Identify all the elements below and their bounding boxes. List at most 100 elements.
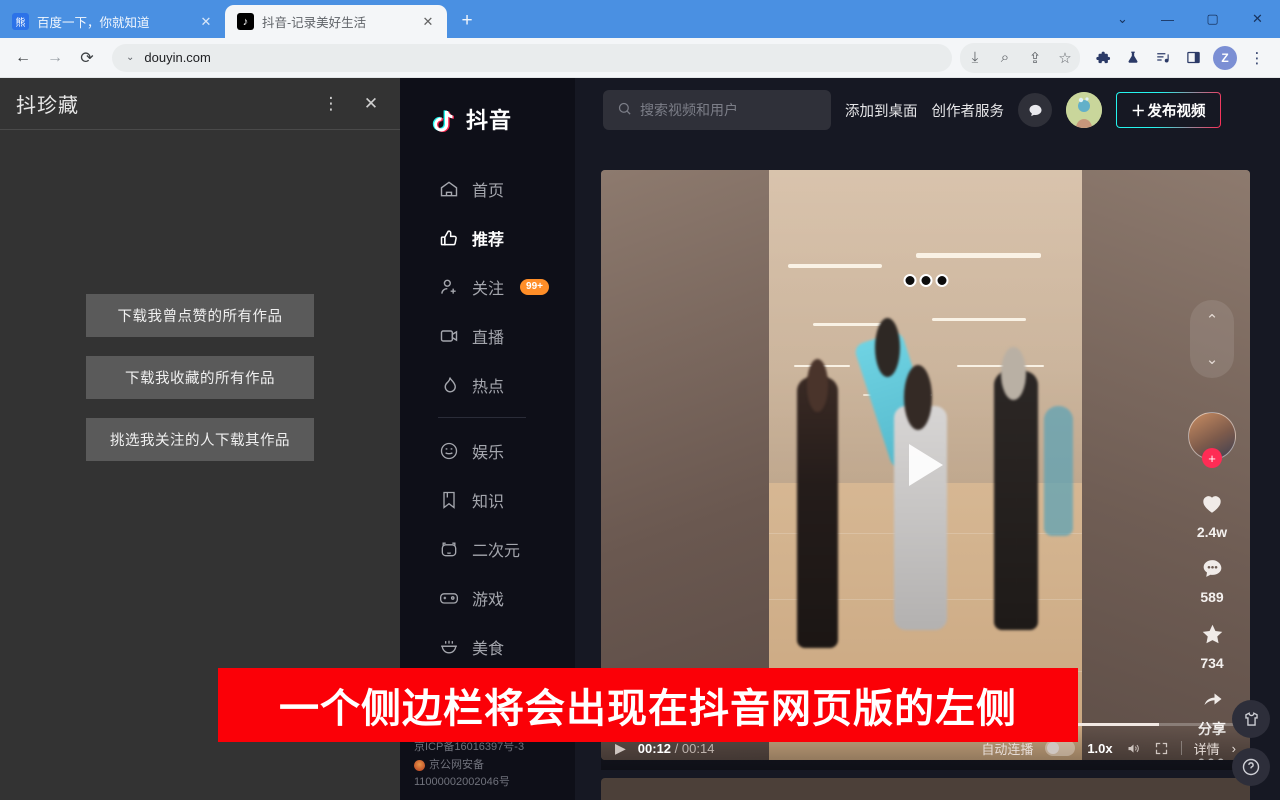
- shop-shirt-icon[interactable]: [1232, 700, 1270, 738]
- play-overlay-icon[interactable]: [909, 444, 943, 486]
- sidebar-item-label: 知识: [472, 488, 504, 512]
- share-icon[interactable]: ⇪: [1020, 43, 1050, 73]
- sidebar-item-label: 首页: [472, 177, 504, 201]
- extension-close-icon[interactable]: ✕: [354, 87, 388, 121]
- sidebar-item-label: 二次元: [472, 537, 520, 561]
- creator-service-link[interactable]: 创作者服务: [932, 100, 1005, 121]
- sidebar-item-knowledge[interactable]: 知识: [400, 475, 575, 524]
- extension-panel-actions: ⋮ ✕: [314, 87, 388, 121]
- fullscreen-icon[interactable]: [1154, 741, 1169, 756]
- sidebar-item-label: 娱乐: [472, 439, 504, 463]
- publish-video-button[interactable]: ＋ 发布视频: [1116, 92, 1221, 128]
- star-icon: [1199, 621, 1226, 653]
- douyin-logo[interactable]: 抖音: [400, 92, 575, 146]
- like-button[interactable]: 2.4w: [1197, 490, 1227, 540]
- sidebar-item-home[interactable]: 首页: [400, 164, 575, 213]
- sidebar-item-food[interactable]: 美食: [400, 622, 575, 671]
- extension-title: 抖珍藏: [16, 89, 79, 118]
- browser-window: 熊 百度一下，你就知道 ✕ ♪ 抖音-记录美好生活 ✕ + ⌄ — ▢ ✕ ← …: [0, 0, 1280, 800]
- volume-icon[interactable]: [1125, 741, 1142, 756]
- new-tab-button[interactable]: +: [453, 7, 481, 35]
- time-separator: /: [675, 741, 679, 756]
- sidebar-item-hot[interactable]: 热点: [400, 360, 575, 409]
- sidebar-item-label: 游戏: [472, 586, 504, 610]
- search-input[interactable]: 搜索视频和用户: [603, 90, 831, 130]
- thumbs-up-icon: [438, 227, 460, 249]
- tab-close-button[interactable]: ✕: [197, 13, 215, 31]
- minimize-button[interactable]: —: [1145, 0, 1190, 38]
- forward-button[interactable]: →: [40, 43, 70, 73]
- downloads-icon[interactable]: ⤓: [960, 43, 990, 73]
- maximize-button[interactable]: ▢: [1190, 0, 1235, 38]
- next-video-peek[interactable]: [601, 778, 1250, 800]
- close-window-button[interactable]: ✕: [1235, 0, 1280, 38]
- browser-tab-douyin[interactable]: ♪ 抖音-记录美好生活 ✕: [225, 5, 447, 38]
- prev-video-icon[interactable]: ⌃: [1206, 311, 1219, 329]
- play-pause-button[interactable]: ▶: [615, 740, 626, 757]
- comment-button[interactable]: 589: [1199, 556, 1226, 605]
- sidebar-item-label: 关注: [472, 275, 504, 299]
- profile-avatar[interactable]: Z: [1213, 46, 1237, 70]
- tab-title: 百度一下，你就知道: [37, 12, 189, 31]
- back-button[interactable]: ←: [8, 43, 38, 73]
- side-panel-icon[interactable]: [1178, 43, 1208, 73]
- sidebar-item-anime[interactable]: 二次元: [400, 524, 575, 573]
- sidebar-item-label: 推荐: [472, 226, 504, 250]
- follow-plus-icon[interactable]: +: [1202, 448, 1222, 468]
- extension-panel-header: 抖珍藏 ⋮ ✕: [0, 78, 400, 130]
- reload-button[interactable]: ⟳: [72, 43, 102, 73]
- police-badge-icon: [414, 760, 425, 771]
- extension-panel-body: 下载我曾点赞的所有作品 下载我收藏的所有作品 挑选我关注的人下载其作品: [0, 130, 400, 461]
- search-icon: [617, 101, 632, 119]
- help-icon[interactable]: [1232, 748, 1270, 786]
- address-bar-text: douyin.com: [144, 50, 210, 65]
- sidebar-item-entertainment[interactable]: 娱乐: [400, 426, 575, 475]
- controls-divider: [1181, 741, 1182, 755]
- playback-speed-button[interactable]: 1.0x: [1087, 741, 1112, 756]
- douyin-nav-primary: 首页 推荐 关注 99+: [400, 164, 575, 409]
- gamepad-icon: [438, 587, 460, 609]
- sidebar-item-following[interactable]: 关注 99+: [400, 262, 575, 311]
- tab-search-icon[interactable]: ⌄: [1100, 0, 1145, 38]
- sidebar-item-games[interactable]: 游戏: [400, 573, 575, 622]
- video-nav-arrows[interactable]: ⌃ ⌄: [1190, 300, 1234, 378]
- next-video-icon[interactable]: ⌄: [1206, 350, 1219, 368]
- user-avatar[interactable]: [1066, 92, 1102, 128]
- autoplay-toggle[interactable]: [1045, 740, 1075, 756]
- heart-icon: [1198, 490, 1226, 522]
- extension-menu-icon[interactable]: ⋮: [314, 87, 348, 121]
- police-number: 11000002002046号: [414, 774, 574, 792]
- search-placeholder: 搜索视频和用户: [640, 100, 738, 120]
- add-to-desktop-link[interactable]: 添加到桌面: [845, 100, 918, 121]
- message-bubble-icon[interactable]: [1018, 93, 1052, 127]
- address-bar[interactable]: ⌄ douyin.com: [112, 44, 952, 72]
- comment-icon: [1199, 556, 1226, 587]
- details-label[interactable]: 详情: [1194, 739, 1220, 758]
- browser-toolbar: ← → ⟳ ⌄ douyin.com ⤓ ⌕ ⇪ ☆: [0, 38, 1280, 78]
- bowl-icon: [438, 636, 460, 658]
- download-following-button[interactable]: 挑选我关注的人下载其作品: [86, 418, 314, 461]
- labs-flask-icon[interactable]: [1118, 43, 1148, 73]
- tab-close-button[interactable]: ✕: [419, 13, 437, 31]
- tab-strip: 熊 百度一下，你就知道 ✕ ♪ 抖音-记录美好生活 ✕ + ⌄ — ▢ ✕: [0, 0, 1280, 38]
- sidebar-item-label: 热点: [472, 373, 504, 397]
- douyin-footer: 京ICP备16016397号-3 京公网安备 11000002002046号: [414, 739, 574, 792]
- favorite-count: 734: [1200, 655, 1223, 671]
- favorite-button[interactable]: 734: [1199, 621, 1226, 671]
- extensions-puzzle-icon[interactable]: [1088, 43, 1118, 73]
- police-filing[interactable]: 京公网安备: [414, 757, 574, 775]
- sidebar-item-recommend[interactable]: 推荐: [400, 213, 575, 262]
- download-liked-button[interactable]: 下载我曾点赞的所有作品: [86, 294, 314, 337]
- window-controls: ⌄ — ▢ ✕: [1100, 0, 1280, 38]
- zoom-icon[interactable]: ⌕: [990, 43, 1020, 73]
- toolbar-icons: ⤓ ⌕ ⇪ ☆ Z ⋮: [960, 43, 1272, 73]
- douyin-nav-secondary: 娱乐 知识 二次元 游: [400, 426, 575, 671]
- sidebar-item-live[interactable]: 直播: [400, 311, 575, 360]
- browser-menu-icon[interactable]: ⋮: [1242, 43, 1272, 73]
- reading-list-icon[interactable]: [1148, 43, 1178, 73]
- bookmark-star-icon[interactable]: ☆: [1050, 43, 1080, 73]
- police-label: 京公网安备: [429, 757, 484, 775]
- browser-tab-baidu[interactable]: 熊 百度一下，你就知道 ✕: [0, 5, 225, 38]
- author-avatar[interactable]: +: [1188, 412, 1236, 460]
- download-favorites-button[interactable]: 下载我收藏的所有作品: [86, 356, 314, 399]
